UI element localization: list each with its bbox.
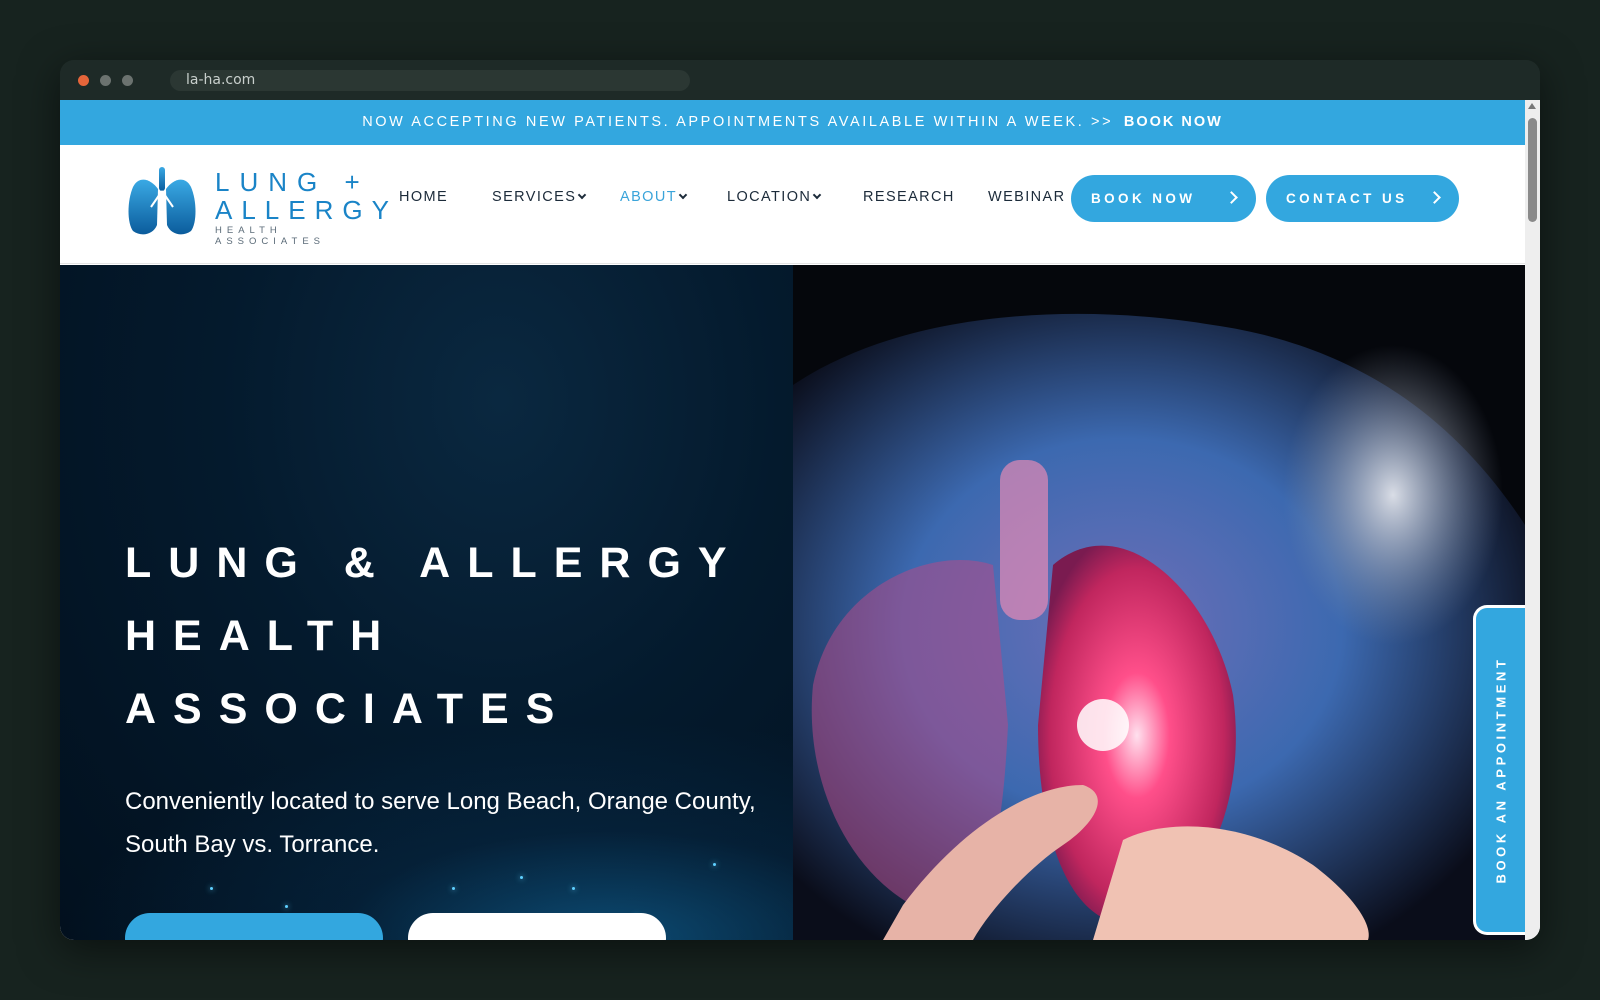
site-header: LUNG + ALLERGY HEALTH ASSOCIATES HOME SE… (60, 145, 1525, 264)
close-window-icon[interactable] (78, 75, 89, 86)
hero-text-panel: LUNG & ALLERGY HEALTH ASSOCIATES Conveni… (60, 265, 793, 940)
browser-window: la-ha.com NOW ACCEPTING NEW PATIENTS. AP… (60, 60, 1540, 940)
chevron-down-icon (678, 190, 688, 200)
scrollbar-thumb[interactable] (1528, 118, 1537, 222)
hero-title-line: ASSOCIATES (125, 685, 572, 733)
hero-title: LUNG & ALLERGY HEALTH ASSOCIATES (125, 527, 785, 746)
browser-titlebar: la-ha.com (60, 60, 1540, 100)
minimize-window-icon[interactable] (100, 75, 111, 86)
nav-item-home[interactable]: HOME (399, 189, 448, 205)
scroll-up-arrow-icon[interactable] (1528, 103, 1536, 109)
header-book-now-button[interactable]: BOOK NOW (1071, 175, 1256, 222)
header-contact-us-button[interactable]: CONTACT US (1266, 175, 1459, 222)
chevron-right-icon (1225, 191, 1238, 204)
logo-tagline: HEALTH ASSOCIATES (215, 225, 326, 247)
nav-item-label: WEBINAR (988, 189, 1066, 205)
sparkle-decoration (452, 887, 455, 890)
book-appointment-side-tab[interactable]: BOOK AN APPOINTMENT (1473, 605, 1525, 935)
contact-us-label: CONTACT US (1286, 191, 1408, 206)
announcement-book-now-link[interactable]: BOOK NOW (1124, 114, 1223, 130)
nav-item-label: ABOUT (620, 189, 677, 205)
logo-text-line1: LUNG + (215, 167, 370, 197)
page-viewport: NOW ACCEPTING NEW PATIENTS. APPOINTMENTS… (60, 100, 1540, 940)
sparkle-decoration (210, 887, 213, 890)
sparkle-decoration (285, 905, 288, 908)
page-scrollbar[interactable] (1525, 100, 1540, 940)
sparkle-decoration (572, 887, 575, 890)
nav-item-location[interactable]: LOCATION (727, 189, 822, 205)
nav-item-about[interactable]: ABOUT (620, 189, 688, 205)
lungs-icon (128, 167, 196, 235)
nav-item-research[interactable]: RESEARCH (863, 189, 955, 205)
nav-item-label: RESEARCH (863, 189, 955, 205)
lungs-xray-illustration (793, 265, 1525, 940)
nav-item-webinar[interactable]: WEBINAR (988, 189, 1065, 205)
nav-item-label: SERVICES (492, 189, 577, 205)
book-now-label: BOOK NOW (1091, 191, 1196, 206)
nav-item-label: LOCATION (727, 189, 812, 205)
announcement-text: NOW ACCEPTING NEW PATIENTS. APPOINTMENTS… (362, 114, 1114, 130)
chevron-down-icon (813, 190, 822, 200)
chevron-down-icon (578, 190, 587, 200)
sparkle-decoration (520, 876, 523, 879)
hero-title-line: HEALTH (125, 612, 399, 660)
maximize-window-icon[interactable] (122, 75, 133, 86)
address-bar[interactable]: la-ha.com (170, 70, 690, 91)
nav-item-services[interactable]: SERVICES (492, 189, 587, 205)
logo-text-line2: ALLERGY (215, 195, 398, 225)
nav-item-label: HOME (399, 189, 449, 205)
hero-title-line: LUNG & ALLERGY (125, 539, 744, 587)
hero-subtitle: Conveniently located to serve Long Beach… (125, 788, 756, 858)
hero-secondary-button[interactable] (408, 913, 666, 940)
side-tab-label: BOOK AN APPOINTMENT (1493, 656, 1508, 884)
hero-image (793, 265, 1525, 940)
chevron-right-icon (1428, 191, 1441, 204)
announcement-bar: NOW ACCEPTING NEW PATIENTS. APPOINTMENTS… (60, 100, 1525, 145)
hero-primary-button[interactable] (125, 913, 383, 940)
site-logo[interactable]: LUNG + ALLERGY HEALTH ASSOCIATES (125, 165, 398, 247)
